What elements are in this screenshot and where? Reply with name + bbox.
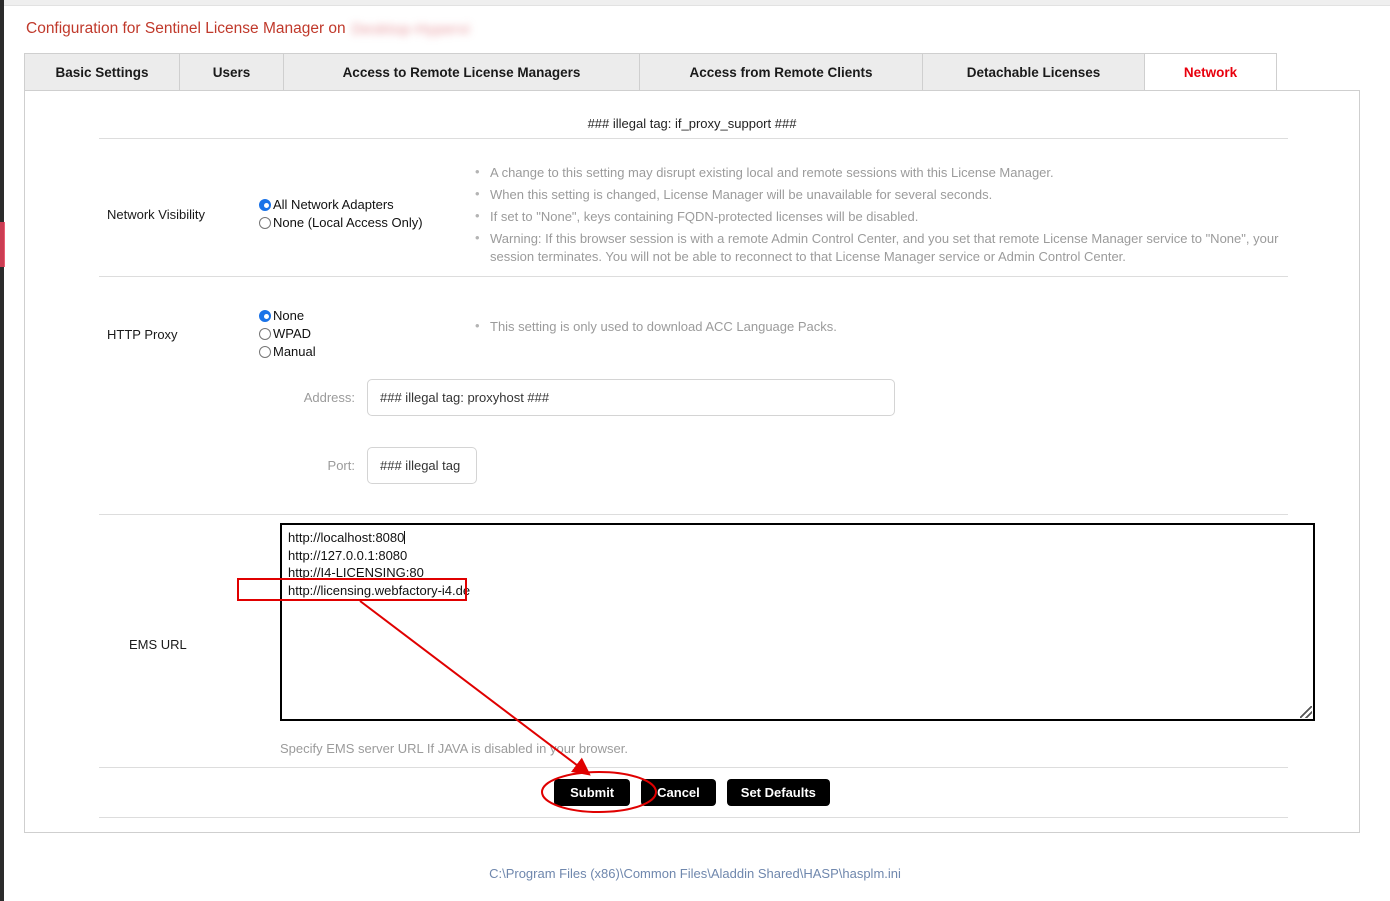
action-button-row: Submit Cancel Set Defaults: [25, 779, 1359, 806]
tab-label: Users: [212, 65, 251, 80]
radio-all-network-adapters[interactable]: All Network Adapters: [259, 196, 423, 213]
page-title: Configuration for Sentinel License Manag…: [26, 20, 470, 38]
submit-button[interactable]: Submit: [554, 779, 631, 806]
proxy-address-row: Address:: [283, 379, 895, 416]
radio-indicator[interactable]: [259, 327, 271, 340]
radio-label: None: [273, 308, 305, 323]
radio-label: Manual: [273, 344, 316, 359]
browser-top-bar: [0, 0, 1390, 6]
divider: [99, 817, 1288, 818]
radio-proxy-wpad[interactable]: WPAD: [259, 325, 316, 342]
network-visibility-notes: A change to this setting may disrupt exi…: [471, 163, 1291, 270]
note-item: Warning: If this browser session is with…: [471, 229, 1291, 266]
http-proxy-label: HTTP Proxy: [107, 327, 178, 342]
radio-indicator[interactable]: [259, 345, 271, 358]
config-file-path: C:\Program Files (x86)\Common Files\Alad…: [489, 866, 901, 881]
text-caret: [404, 531, 406, 544]
tab-access-from-remote-clients[interactable]: Access from Remote Clients: [640, 54, 923, 91]
note-item: A change to this setting may disrupt exi…: [471, 163, 1291, 182]
proxy-address-label: Address:: [303, 390, 355, 405]
ems-url-line: http://localhost:8080: [288, 529, 406, 547]
ems-url-line: http://127.0.0.1:8080: [288, 547, 408, 563]
tab-basic-settings[interactable]: Basic Settings: [25, 54, 180, 91]
tab-label: Access from Remote Clients: [689, 65, 873, 80]
left-edge-red-mark: [0, 222, 5, 267]
ems-url-label: EMS URL: [129, 637, 187, 652]
note-item: When this setting is changed, License Ma…: [471, 185, 1291, 204]
ems-url-textarea[interactable]: http://localhost:8080 http://127.0.0.1:8…: [280, 523, 1315, 721]
tab-label: Network: [1183, 65, 1238, 80]
tab-users[interactable]: Users: [180, 54, 284, 91]
radio-none-local-access-only[interactable]: None (Local Access Only): [259, 214, 423, 231]
tab-label: Basic Settings: [55, 65, 149, 80]
divider: [99, 276, 1288, 277]
page-title-text: Configuration for Sentinel License Manag…: [26, 20, 346, 37]
tab-label: Detachable Licenses: [966, 65, 1101, 80]
set-defaults-button[interactable]: Set Defaults: [726, 779, 830, 806]
redacted-hostname: Desktop-Hypervi: [351, 21, 471, 38]
proxy-port-row: Port:: [283, 447, 477, 484]
tab-bar: Basic Settings Users Access to Remote Li…: [24, 53, 1277, 92]
proxy-port-label: Port:: [327, 458, 355, 473]
radio-proxy-manual[interactable]: Manual: [259, 343, 316, 360]
note-item: This setting is only used to download AC…: [471, 317, 1291, 336]
cancel-button[interactable]: Cancel: [641, 779, 716, 806]
tab-detachable-licenses[interactable]: Detachable Licenses: [923, 54, 1145, 91]
ems-url-line: http://licensing.webfactory-i4.de: [288, 582, 471, 598]
network-visibility-label: Network Visibility: [107, 207, 206, 222]
settings-panel: ### illegal tag: if_proxy_support ### Ne…: [24, 90, 1360, 833]
network-visibility-radio-group: All Network Adapters None (Local Access …: [259, 196, 423, 232]
ems-url-line: http://I4-LICENSING:80: [288, 565, 424, 580]
acc-config-page: Configuration for Sentinel License Manag…: [0, 0, 1390, 901]
note-item: If set to "None", keys containing FQDN-p…: [471, 207, 1291, 226]
divider: [99, 514, 1288, 515]
proxy-address-input[interactable]: [367, 379, 895, 416]
radio-label: None (Local Access Only): [273, 215, 423, 230]
window-left-edge: [0, 0, 4, 901]
ems-url-line-text: http://localhost:8080: [288, 530, 405, 545]
radio-indicator[interactable]: [259, 309, 271, 322]
radio-label: WPAD: [273, 326, 312, 341]
radio-proxy-none[interactable]: None: [259, 307, 316, 324]
http-proxy-notes: This setting is only used to download AC…: [471, 317, 1291, 340]
radio-indicator[interactable]: [259, 216, 271, 229]
radio-label: All Network Adapters: [273, 197, 394, 212]
http-proxy-radio-group: None WPAD Manual: [259, 307, 316, 361]
header-note: ### illegal tag: if_proxy_support ###: [587, 116, 797, 131]
radio-indicator[interactable]: [259, 198, 271, 211]
proxy-port-input[interactable]: [367, 447, 477, 484]
textarea-resize-handle[interactable]: [1300, 706, 1312, 718]
tab-label: Access to Remote License Managers: [342, 65, 581, 80]
ems-url-help-text: Specify EMS server URL If JAVA is disabl…: [280, 741, 629, 756]
tab-access-to-remote-license-managers[interactable]: Access to Remote License Managers: [284, 54, 640, 91]
divider: [99, 767, 1288, 768]
divider: [99, 138, 1288, 139]
tab-network[interactable]: Network: [1145, 54, 1276, 92]
